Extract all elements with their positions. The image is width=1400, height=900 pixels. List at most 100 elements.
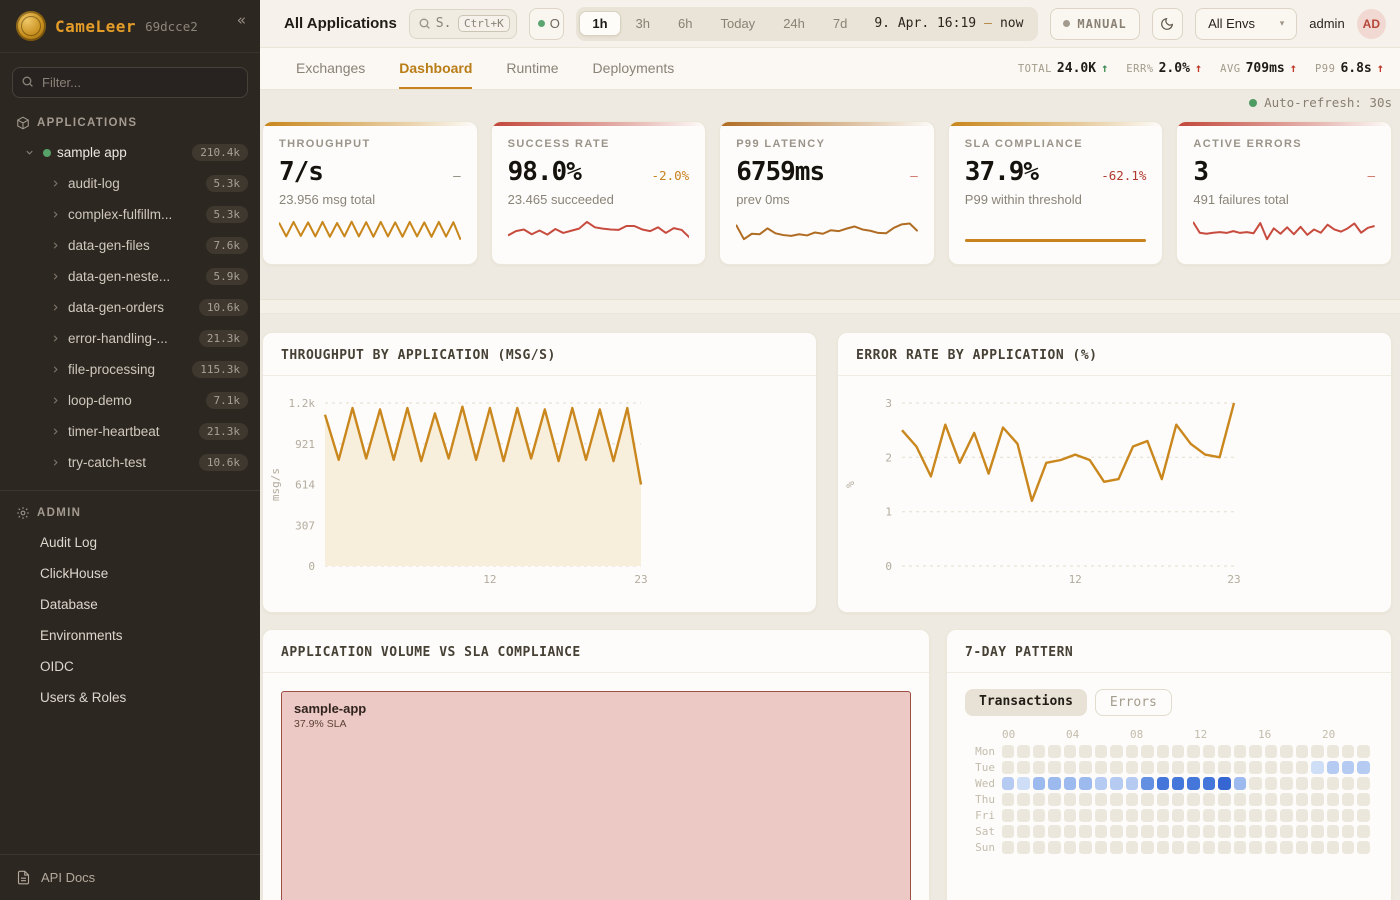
heatmap-cell[interactable] [1126, 841, 1138, 854]
admin-item-oidc[interactable]: OIDC [0, 651, 260, 682]
heatmap-cell[interactable] [1172, 761, 1184, 774]
heatmap-cell[interactable] [1311, 793, 1323, 806]
admin-item-audit-log[interactable]: Audit Log [0, 527, 260, 558]
heatmap-cell[interactable] [1203, 825, 1215, 838]
heatmap-cell[interactable] [1249, 761, 1261, 774]
sidebar-item-data-gen-orders[interactable]: data-gen-orders 10.6k [0, 292, 260, 323]
heatmap-cell[interactable] [1079, 841, 1091, 854]
heatmap-cell[interactable] [1172, 825, 1184, 838]
global-search-input[interactable]: S... Ctrl+K [409, 9, 517, 39]
heatmap-cell[interactable] [1327, 793, 1339, 806]
time-range-today[interactable]: Today [707, 11, 768, 36]
heatmap-cell[interactable] [1265, 793, 1277, 806]
heatmap-cell[interactable] [1033, 777, 1045, 790]
heatmap-cell[interactable] [1234, 745, 1246, 758]
heatmap-cell[interactable] [1110, 745, 1122, 758]
time-range-1h[interactable]: 1h [579, 11, 620, 36]
heatmap-cell[interactable] [1311, 761, 1323, 774]
heatmap-cell[interactable] [1110, 825, 1122, 838]
heatmap-cell[interactable] [1357, 825, 1369, 838]
heatmap-cell[interactable] [1203, 809, 1215, 822]
heatmap-cell[interactable] [1017, 841, 1029, 854]
sidebar-item-error-handling[interactable]: error-handling-... 21.3k [0, 323, 260, 354]
heatmap-cell[interactable] [1357, 809, 1369, 822]
time-range-7d[interactable]: 7d [820, 11, 860, 36]
heatmap-cell[interactable] [1249, 745, 1261, 758]
heatmap-cell[interactable] [1157, 745, 1169, 758]
heatmap-cell[interactable] [1172, 841, 1184, 854]
sidebar-item-timer-heartbeat[interactable]: timer-heartbeat 21.3k [0, 416, 260, 447]
heatmap-cell[interactable] [1357, 793, 1369, 806]
filter-input[interactable] [12, 67, 248, 98]
environment-select[interactable]: All Envs ▾ [1195, 8, 1297, 40]
heatmap-cell[interactable] [1033, 745, 1045, 758]
heatmap-cell[interactable] [1048, 745, 1060, 758]
heatmap-cell[interactable] [1280, 761, 1292, 774]
heatmap-cell[interactable] [1342, 809, 1354, 822]
heatmap-cell[interactable] [1311, 745, 1323, 758]
heatmap-cell[interactable] [1203, 793, 1215, 806]
heatmap-cell[interactable] [1064, 745, 1076, 758]
heatmap-cell[interactable] [1157, 777, 1169, 790]
dark-mode-toggle[interactable] [1152, 8, 1183, 40]
heatmap-cell[interactable] [1048, 809, 1060, 822]
heatmap-cell[interactable] [1265, 745, 1277, 758]
heatmap-cell[interactable] [1095, 793, 1107, 806]
heatmap-cell[interactable] [1172, 793, 1184, 806]
time-range-display[interactable]: 9. Apr. 16:19 – now [862, 16, 1035, 31]
heatmap-cell[interactable] [1141, 745, 1153, 758]
heatmap-cell[interactable] [1280, 745, 1292, 758]
heatmap-cell[interactable] [1187, 825, 1199, 838]
heatmap-cell[interactable] [1296, 745, 1308, 758]
admin-item-clickhouse[interactable]: ClickHouse [0, 558, 260, 589]
heatmap-cell[interactable] [1048, 793, 1060, 806]
heatmap-cell[interactable] [1265, 761, 1277, 774]
heatmap-cell[interactable] [1296, 761, 1308, 774]
heatmap-cell[interactable] [1048, 777, 1060, 790]
heatmap-cell[interactable] [1002, 841, 1014, 854]
heatmap-cell[interactable] [1187, 809, 1199, 822]
heatmap-cell[interactable] [1017, 777, 1029, 790]
tab-dashboard[interactable]: Dashboard [399, 48, 472, 89]
heatmap-cell[interactable] [1342, 825, 1354, 838]
heatmap-cell[interactable] [1218, 761, 1230, 774]
heatmap-cell[interactable] [1218, 809, 1230, 822]
status-pill[interactable]: O [529, 8, 565, 40]
heatmap-cell[interactable] [1126, 825, 1138, 838]
heatmap-cell[interactable] [1357, 745, 1369, 758]
sidebar-item-complex-fulfillm[interactable]: complex-fulfillm... 5.3k [0, 199, 260, 230]
heatmap-cell[interactable] [1203, 841, 1215, 854]
heatmap-cell[interactable] [1002, 745, 1014, 758]
heatmap-cell[interactable] [1265, 777, 1277, 790]
sidebar-item-sample-app[interactable]: sample app 210.4k [0, 137, 260, 168]
heatmap-cell[interactable] [1017, 745, 1029, 758]
heatmap-cell[interactable] [1342, 745, 1354, 758]
heatmap-cell[interactable] [1033, 841, 1045, 854]
heatmap-cell[interactable] [1265, 825, 1277, 838]
heatmap-cell[interactable] [1187, 745, 1199, 758]
heatmap-cell[interactable] [1357, 841, 1369, 854]
heatmap-cell[interactable] [1249, 825, 1261, 838]
heatmap-cell[interactable] [1017, 809, 1029, 822]
heatmap-cell[interactable] [1157, 809, 1169, 822]
heatmap-cell[interactable] [1141, 777, 1153, 790]
heatmap-cell[interactable] [1187, 841, 1199, 854]
pattern-tab-errors[interactable]: Errors [1095, 689, 1172, 716]
heatmap-cell[interactable] [1187, 777, 1199, 790]
heatmap-cell[interactable] [1064, 841, 1076, 854]
heatmap-cell[interactable] [1342, 841, 1354, 854]
sidebar-item-loop-demo[interactable]: loop-demo 7.1k [0, 385, 260, 416]
tab-runtime[interactable]: Runtime [506, 48, 558, 89]
sidebar-collapse-button[interactable]: « [237, 11, 246, 28]
heatmap-cell[interactable] [1095, 841, 1107, 854]
heatmap-cell[interactable] [1064, 793, 1076, 806]
heatmap-cell[interactable] [1342, 793, 1354, 806]
heatmap-cell[interactable] [1311, 809, 1323, 822]
heatmap-cell[interactable] [1126, 761, 1138, 774]
heatmap-cell[interactable] [1234, 809, 1246, 822]
heatmap-cell[interactable] [1141, 761, 1153, 774]
heatmap-cell[interactable] [1265, 809, 1277, 822]
heatmap-cell[interactable] [1187, 761, 1199, 774]
heatmap-cell[interactable] [1157, 761, 1169, 774]
heatmap-cell[interactable] [1141, 793, 1153, 806]
